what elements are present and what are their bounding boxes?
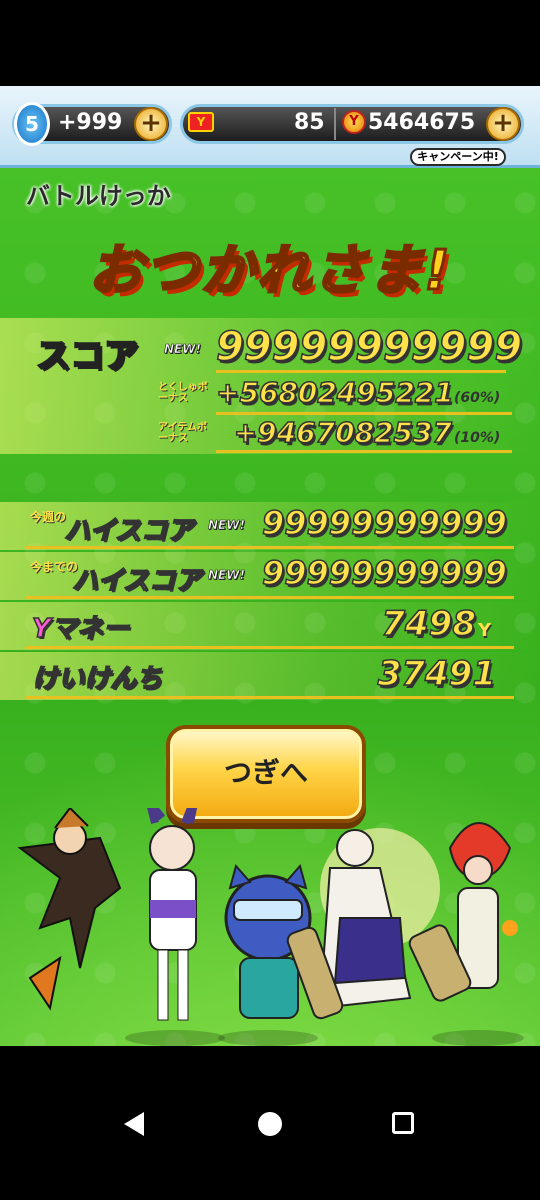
- add-ymoney-button[interactable]: +: [486, 107, 520, 141]
- character-2: [125, 808, 225, 1046]
- campaign-badge[interactable]: キャンペーン中!: [410, 148, 506, 166]
- week-highscore-label: ハイスコア: [63, 515, 193, 547]
- back-nav-icon[interactable]: [124, 1112, 144, 1136]
- item-bonus-label: アイテムボーナス: [158, 422, 207, 444]
- item-bonus-value: +9467082537: [233, 415, 453, 450]
- character-1: [17, 808, 122, 1011]
- home-nav-icon[interactable]: [258, 1112, 282, 1136]
- ymoney-earned-value: 7498: [381, 603, 477, 645]
- special-bonus-value: +56802495221: [215, 375, 454, 410]
- alltime-prefix: 今までの: [30, 560, 79, 574]
- section-label: バトルけっか: [26, 182, 171, 210]
- stamina-icon: 5: [14, 102, 50, 146]
- week-highscore-value: 99999999999: [261, 503, 507, 543]
- result-title: おつかれさま!: [87, 238, 452, 304]
- special-bonus-label: とくしゅボーナス: [158, 382, 208, 404]
- special-bonus-pct: (60%): [454, 390, 501, 406]
- week-prefix: 今週の: [30, 510, 67, 524]
- ymoney-underline: [26, 646, 514, 649]
- item-bonus-pct: (10%): [454, 430, 501, 446]
- exp-label: けいけんち: [31, 663, 163, 695]
- stamina-value: +999: [58, 110, 123, 135]
- alltime-new-tag: NEW!: [208, 568, 246, 583]
- ymoney-unit: Y: [478, 620, 492, 641]
- exp-value: 37491: [377, 653, 497, 695]
- status-bar: [0, 0, 540, 86]
- ymoney-icon: Y: [342, 110, 366, 134]
- ymoney-label: Yマネー: [31, 613, 129, 645]
- alltime-highscore-label: ハイスコア: [71, 565, 201, 597]
- week-new-tag: NEW!: [208, 518, 246, 533]
- score-value: 99999999999: [215, 323, 523, 371]
- battle-result-panel: バトルけっか おつかれさま! スコア NEW! 99999999999 とくしゅ…: [0, 168, 540, 1046]
- ticket-icon: Y: [188, 112, 214, 132]
- score-underline: [216, 370, 506, 373]
- item-underline: [216, 450, 512, 453]
- alltime-highscore-value: 99999999999: [261, 553, 507, 593]
- new-tag: NEW!: [164, 342, 202, 357]
- exp-underline: [26, 696, 514, 699]
- week-underline: [26, 546, 514, 549]
- recents-nav-icon[interactable]: [392, 1112, 414, 1134]
- alltime-underline: [26, 596, 514, 599]
- divider: [334, 108, 336, 140]
- special-underline: [216, 412, 512, 415]
- team-characters: [17, 808, 524, 1046]
- ymoney-balance: 5464675: [368, 110, 476, 135]
- ticket-count: 85: [294, 110, 325, 135]
- add-stamina-button[interactable]: +: [134, 107, 168, 141]
- score-label: スコア: [35, 335, 139, 377]
